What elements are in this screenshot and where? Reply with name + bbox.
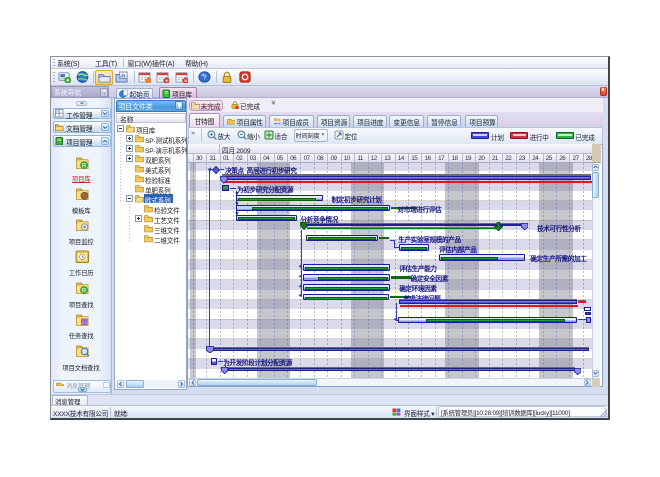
svg-text:R: R xyxy=(82,288,87,294)
svg-text:R: R xyxy=(82,163,87,169)
svg-text:?: ? xyxy=(202,73,206,82)
